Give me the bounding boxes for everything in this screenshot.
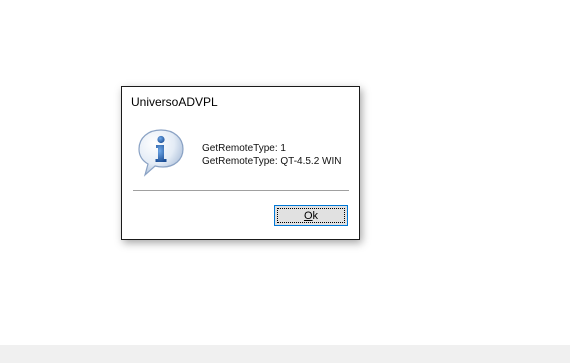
- ok-button-label-rest: k: [312, 209, 319, 222]
- information-icon: [138, 129, 184, 177]
- message-line-2: GetRemoteType: QT-4.5.2 WIN: [202, 156, 342, 167]
- separator: [133, 190, 349, 191]
- message-dialog: UniversoADVPL GetRemoteType: 1 GetRemote…: [121, 86, 360, 240]
- dialog-title: UniversoADVPL: [131, 95, 218, 109]
- message-line-1: GetRemoteType: 1: [202, 143, 286, 154]
- bottom-strip: [0, 345, 570, 363]
- message-text: GetRemoteType: 1 GetRemoteType: QT-4.5.2…: [202, 142, 342, 168]
- ok-button-mnemonic: O: [303, 209, 313, 222]
- ok-button[interactable]: Ok: [274, 205, 348, 226]
